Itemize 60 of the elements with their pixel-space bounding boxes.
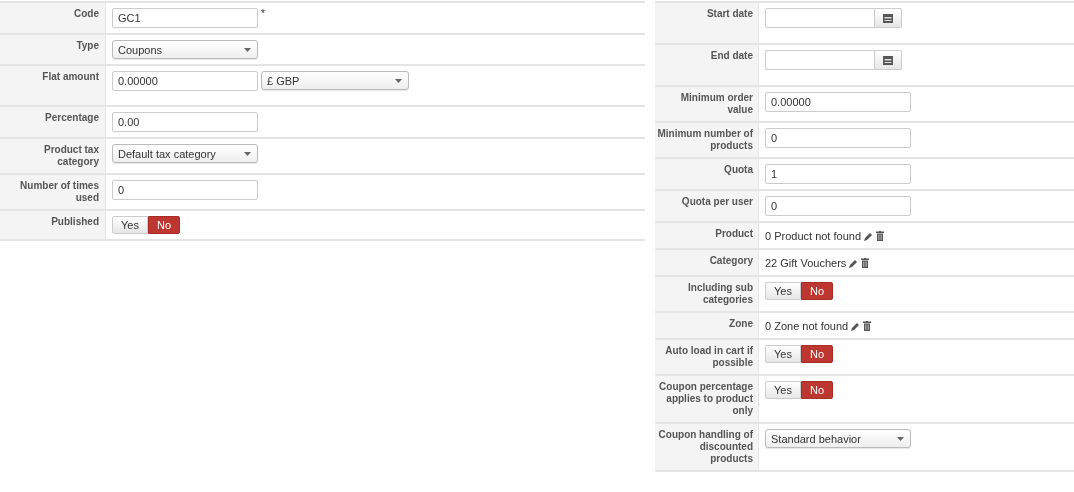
field-label: Minimum order value — [655, 87, 759, 121]
field-label: Published — [0, 211, 106, 239]
field-label: Product tax category — [0, 139, 106, 173]
field-label: Code — [0, 3, 106, 33]
field-label: Product — [655, 223, 759, 248]
caret-icon — [244, 47, 251, 52]
dropdown[interactable]: £ GBP — [261, 71, 409, 90]
input-field[interactable]: 0.00 — [112, 112, 258, 132]
field-label: Type — [0, 35, 106, 64]
input-field[interactable]: GC1 — [112, 8, 258, 28]
toggle-option[interactable]: No — [147, 216, 180, 234]
pencil-icon[interactable] — [864, 231, 873, 241]
caret-icon — [244, 151, 251, 156]
calendar-button[interactable] — [875, 8, 902, 28]
caret-icon — [395, 78, 402, 83]
trash-icon[interactable] — [876, 231, 884, 241]
trash-icon[interactable] — [863, 321, 872, 331]
dropdown[interactable]: Standard behavior — [765, 429, 911, 448]
field-label: Percentage — [0, 107, 106, 137]
field-label: Quota — [655, 159, 759, 189]
field-label: Minimum number of products — [655, 123, 759, 157]
caret-icon — [897, 436, 904, 441]
field-label: Quota per user — [655, 191, 759, 221]
toggle-option[interactable]: No — [800, 345, 833, 363]
input-field[interactable]: 0 — [765, 128, 911, 148]
field-label: Coupon percentage applies to product only — [655, 376, 759, 422]
field-label: Flat amount — [0, 66, 106, 105]
dropdown[interactable]: Default tax category — [112, 144, 258, 163]
trash-icon[interactable] — [861, 258, 870, 268]
field-label: Start date — [655, 3, 759, 43]
toggle-option[interactable]: Yes — [765, 282, 801, 300]
pencil-icon[interactable] — [851, 321, 861, 331]
calendar-button[interactable] — [875, 50, 902, 70]
calendar-icon[interactable] — [883, 55, 893, 65]
dropdown[interactable]: Coupons — [112, 40, 258, 59]
calendar-icon[interactable] — [883, 13, 893, 23]
toggle-option[interactable]: Yes — [765, 345, 801, 363]
required-mark: * — [261, 8, 265, 20]
field-label: Number of times used — [0, 175, 106, 209]
pencil-icon[interactable] — [849, 258, 859, 268]
reference-value: 0 Zone not found — [765, 319, 849, 333]
input-field[interactable]: 0.00000 — [765, 92, 911, 112]
field-label: Coupon handling of discounted products — [655, 424, 759, 470]
reference-value: 0 Product not found — [765, 229, 861, 243]
field-label: Including sub categories — [655, 277, 759, 311]
field-label: Category — [655, 250, 759, 275]
toggle-option[interactable]: No — [800, 381, 833, 399]
input-field[interactable]: 0.00000 — [112, 71, 258, 91]
input-field[interactable]: 0 — [765, 196, 911, 216]
reference-value: 22 Gift Vouchers — [765, 256, 847, 270]
field-label: Zone — [655, 313, 759, 338]
toggle-option[interactable]: Yes — [765, 381, 801, 399]
input-field[interactable] — [765, 50, 875, 70]
toggle-option[interactable]: No — [800, 282, 833, 300]
toggle-option[interactable]: Yes — [112, 216, 148, 234]
field-label: End date — [655, 45, 759, 85]
field-label: Auto load in cart if possible — [655, 340, 759, 374]
input-field[interactable] — [765, 8, 875, 28]
input-field[interactable]: 1 — [765, 164, 911, 184]
input-field[interactable]: 0 — [112, 180, 258, 200]
